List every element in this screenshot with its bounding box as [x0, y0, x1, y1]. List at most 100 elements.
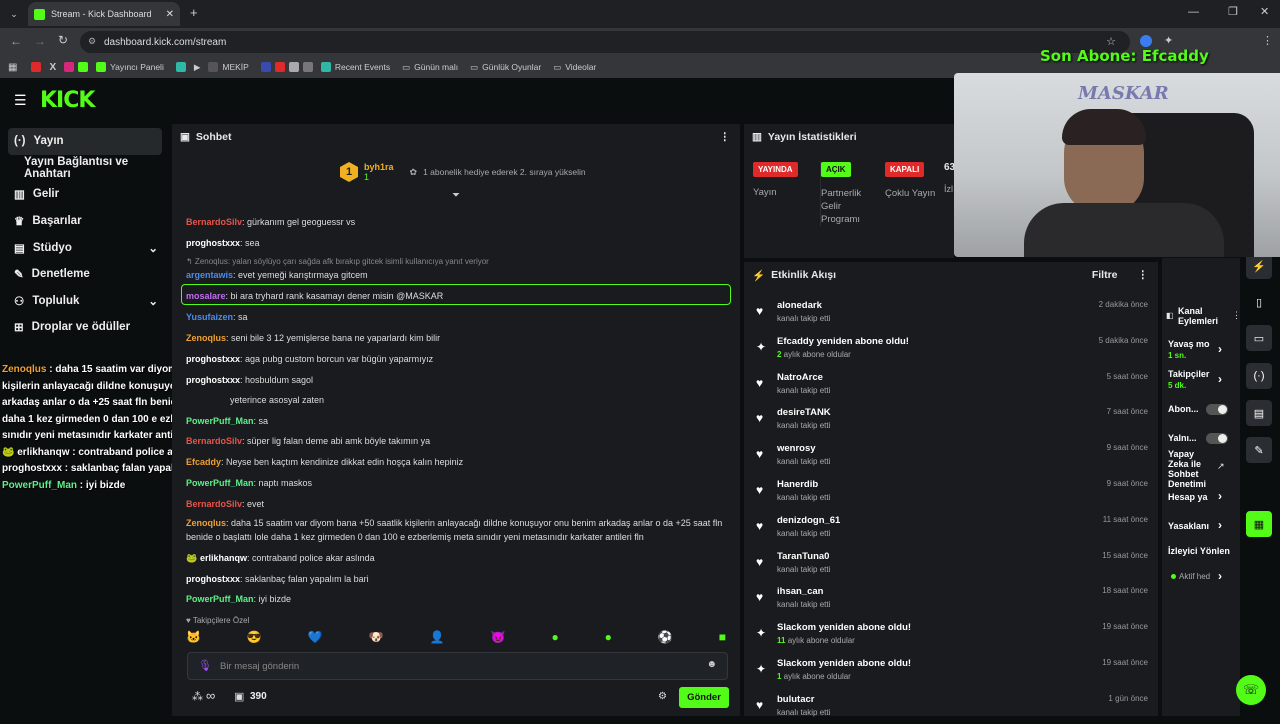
emoji-icon[interactable]: ☻: [706, 659, 717, 670]
emote-icon[interactable]: 🐱: [186, 630, 201, 648]
channel-points-icon[interactable]: ⁂: [192, 690, 203, 703]
activity-event[interactable]: ♥ wenrosy kanalı takip etti 9 saat önce: [756, 443, 1148, 473]
close-tab-icon[interactable]: ✕: [166, 9, 174, 20]
activity-event[interactable]: ✦ Efcaddy yeniden abone oldu! 2 aylık abon…: [756, 336, 1148, 366]
chat-username[interactable]: Efcaddy: [186, 457, 221, 467]
apps-grid-icon[interactable]: ▦: [8, 62, 17, 73]
activity-event[interactable]: ✦ Slackom yeniden abone oldu! 1 aylık abon…: [756, 658, 1148, 688]
chevron-right-icon[interactable]: ›: [1218, 489, 1222, 503]
chat-username[interactable]: BernardoSilv: [186, 217, 242, 227]
kick-icon[interactable]: [78, 62, 89, 72]
sidebar-item-studio[interactable]: ▤ Stüdyo ⌄: [0, 234, 170, 261]
chevron-right-icon[interactable]: ›: [1218, 342, 1222, 356]
clapper-button[interactable]: ▦: [1246, 511, 1272, 537]
chat-username[interactable]: BernardoSilv: [186, 436, 242, 446]
chat-username[interactable]: BernardoSilv: [186, 499, 242, 509]
emote-icon[interactable]: ⚽: [658, 630, 673, 648]
chat-username[interactable]: proghostxxx: [186, 375, 240, 385]
forward-icon[interactable]: →: [34, 34, 46, 48]
activity-event[interactable]: ♥ Hanerdib kanalı takip etti 9 saat önce: [756, 479, 1148, 509]
extension-icon[interactable]: [1140, 35, 1152, 47]
chat-username[interactable]: proghostxxx: [186, 574, 240, 584]
chat-username[interactable]: proghostxxx: [186, 354, 240, 364]
site-info-icon[interactable]: ⚙: [88, 36, 96, 47]
chat-username[interactable]: PowerPuff_Man: [186, 416, 254, 426]
store-icon[interactable]: ▣: [234, 690, 244, 703]
chat-username[interactable]: Yusufaizen: [186, 312, 233, 322]
chevron-right-icon[interactable]: ›: [1218, 372, 1222, 386]
bookmark-folder[interactable]: ▭ Günlük Oyunlar: [470, 62, 541, 73]
chat-username[interactable]: Zenoqlus: [186, 333, 226, 343]
bookmark-item[interactable]: Recent Events: [320, 62, 390, 72]
top-gifter-name[interactable]: byh1ra: [364, 162, 394, 172]
activity-event[interactable]: ♥ ihsan_can kanalı takip etti 18 saat önce: [756, 586, 1148, 616]
minimize-icon[interactable]: —: [1188, 6, 1199, 18]
tab-list-icon[interactable]: ⌄: [6, 6, 22, 22]
chat-username[interactable]: PowerPuff_Man: [186, 478, 254, 488]
collapse-icon[interactable]: ⏷: [452, 190, 460, 201]
bookmark-icon[interactable]: [175, 62, 186, 72]
browser-tab[interactable]: Stream - Kick Dashboard ✕: [28, 2, 180, 26]
activity-event[interactable]: ✦ Slackom yeniden abone oldu! 11 aylık abo…: [756, 622, 1148, 652]
sidebar-item-achievements[interactable]: ♛ Başarılar: [0, 208, 170, 235]
more-options-icon[interactable]: ⋮: [720, 131, 731, 143]
emote-icon[interactable]: 😎: [247, 630, 262, 648]
menu-dots-icon[interactable]: ⋮: [1262, 34, 1273, 47]
sidebar-item-stream-key[interactable]: Yayın Bağlantısı ve Anahtarı: [0, 155, 170, 182]
play-icon[interactable]: ▶: [194, 62, 201, 73]
more-options-icon[interactable]: ⋮: [1232, 310, 1241, 321]
x-icon[interactable]: X: [49, 62, 56, 73]
emote-icon[interactable]: ●: [551, 630, 558, 648]
emote-icon[interactable]: ●: [605, 630, 612, 648]
maximize-icon[interactable]: ❐: [1228, 5, 1238, 18]
sidebar-item-community[interactable]: ⚇ Topluluk ⌄: [0, 288, 170, 315]
mic-icon[interactable]: 🎙: [198, 659, 212, 672]
emote-icon[interactable]: 😈: [491, 630, 506, 648]
emote-icon[interactable]: 🐶: [369, 630, 384, 648]
bookmark-icon[interactable]: [302, 62, 313, 72]
notes-button[interactable]: ▯: [1246, 289, 1272, 315]
chat-username[interactable]: argentawis: [186, 270, 233, 280]
activity-event[interactable]: ♥ desireTANK kanalı takip etti 7 saat önce: [756, 407, 1148, 437]
send-button[interactable]: Gönder: [679, 687, 729, 708]
puzzle-icon[interactable]: ✦: [1164, 34, 1173, 47]
bookmark-folder[interactable]: ▭ Günün malı: [402, 62, 458, 73]
activity-event[interactable]: ♥ alonedark kanalı takip etti 2 dakika önce: [756, 300, 1148, 330]
bookmark-icon[interactable]: [288, 62, 299, 72]
external-link-icon[interactable]: ↗: [1217, 461, 1225, 472]
bookmark-folder[interactable]: ▭ Videolar: [553, 62, 596, 73]
sidebar-item-drops[interactable]: ⊞ Droplar ve ödüller: [0, 314, 170, 341]
chat-username[interactable]: PowerPuff_Man: [186, 594, 254, 604]
emote-icon[interactable]: 👤: [430, 630, 445, 648]
emote-icon[interactable]: ■: [719, 630, 726, 648]
kick-logo[interactable]: KICK: [40, 88, 95, 113]
sidebar-item-revenue[interactable]: ▥ Gelir: [0, 181, 170, 208]
reload-icon[interactable]: ↻: [58, 33, 68, 47]
sidebar-item-moderation[interactable]: ✎ Denetleme: [0, 261, 170, 288]
filter-button[interactable]: Filtre: [1092, 269, 1118, 281]
bookmark-item[interactable]: Yayıncı Paneli: [96, 62, 164, 72]
wrench-button[interactable]: ✎: [1246, 437, 1272, 463]
subscribers-only-toggle[interactable]: [1206, 404, 1228, 415]
chevron-right-icon[interactable]: ›: [1218, 569, 1222, 583]
chat-username[interactable]: erlikhanqw: [200, 553, 247, 563]
print-button[interactable]: ▤: [1246, 400, 1272, 426]
instagram-icon[interactable]: [64, 62, 75, 72]
chevron-right-icon[interactable]: ›: [1218, 518, 1222, 532]
back-icon[interactable]: ←: [10, 34, 22, 48]
support-button[interactable]: ☏: [1236, 675, 1266, 705]
sidebar-collapse-icon[interactable]: ◧: [1166, 311, 1174, 320]
more-options-icon[interactable]: ⋮: [1138, 269, 1149, 281]
emote-icon[interactable]: 💙: [308, 630, 323, 648]
activity-event[interactable]: ♥ TaranTuna0 kanalı takip etti 15 saat önce: [756, 551, 1148, 581]
bookmark-icon[interactable]: [260, 62, 271, 72]
chat-username[interactable]: proghostxxx: [186, 238, 240, 248]
chat-username[interactable]: Zenoqlus: [186, 518, 226, 528]
chat-button[interactable]: ▭: [1246, 325, 1272, 351]
youtube-icon[interactable]: [31, 62, 42, 72]
sidebar-item-stream[interactable]: (·) Yayın: [8, 128, 162, 155]
activity-event[interactable]: ♥ bulutacr kanalı takip etti 1 gün önce: [756, 694, 1148, 724]
youtube-icon[interactable]: [274, 62, 285, 72]
settings-gear-icon[interactable]: ⚙: [658, 691, 667, 702]
address-bar[interactable]: ⚙ dashboard.kick.com/stream ☆: [80, 31, 1130, 53]
